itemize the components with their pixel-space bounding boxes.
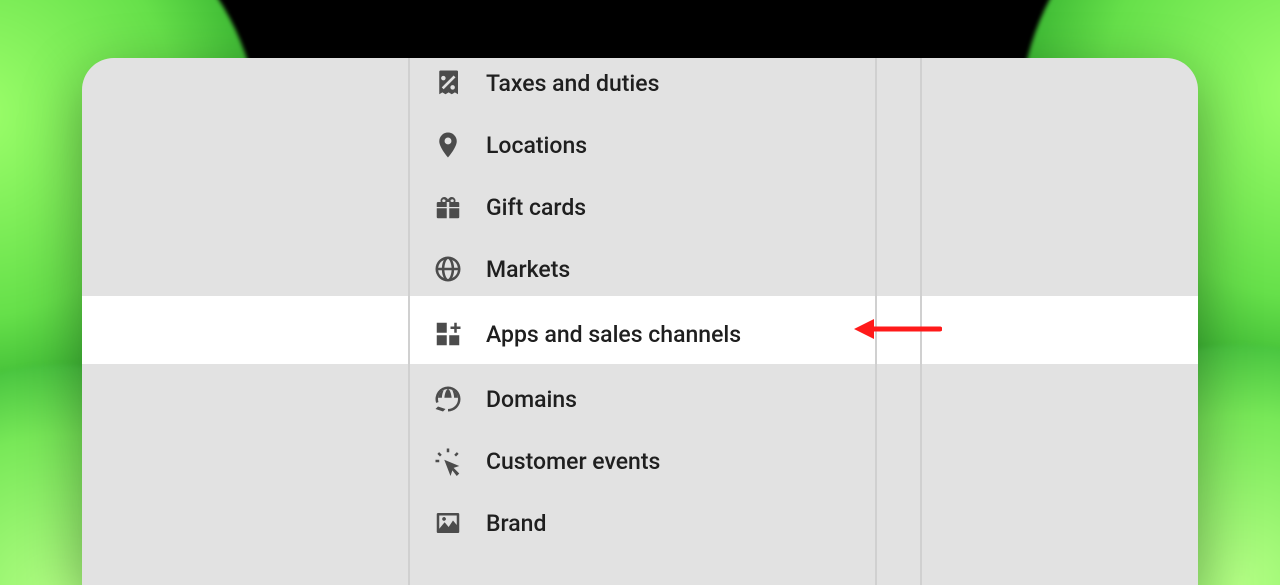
menu-item-label: Markets [486,256,570,283]
gift-icon [432,191,464,223]
menu-item-label: Domains [486,386,577,413]
menu-item-taxes[interactable]: Taxes and duties [408,58,875,114]
menu-item-brand[interactable]: Brand [408,492,875,554]
menu-item-customer-events[interactable]: Customer events [408,430,875,492]
menu-item-label: Gift cards [486,194,586,221]
brand-image-icon [432,507,464,539]
menu-item-locations[interactable]: Locations [408,114,875,176]
menu-item-label: Brand [486,510,546,537]
column-divider [920,58,922,585]
menu-item-gift-cards[interactable]: Gift cards [408,176,875,238]
menu-item-label: Taxes and duties [486,70,659,97]
receipt-percent-icon [432,67,464,99]
background: Taxes and duties Locations Gift cards Ma… [0,0,1280,585]
menu-item-domains[interactable]: Domains [408,368,875,430]
apps-plus-icon [432,318,464,350]
location-pin-icon [432,129,464,161]
menu-item-markets[interactable]: Markets [408,238,875,300]
menu-item-label: Locations [486,132,587,159]
menu-item-apps-sales-channels[interactable]: Apps and sales channels [408,300,875,368]
cursor-click-icon [432,445,464,477]
globe-icon [432,253,464,285]
column-divider [875,58,877,585]
menu-item-label: Apps and sales channels [486,321,741,348]
settings-panel: Taxes and duties Locations Gift cards Ma… [82,58,1198,585]
settings-menu: Taxes and duties Locations Gift cards Ma… [408,58,875,554]
menu-item-label: Customer events [486,448,660,475]
domain-globe-icon [432,383,464,415]
